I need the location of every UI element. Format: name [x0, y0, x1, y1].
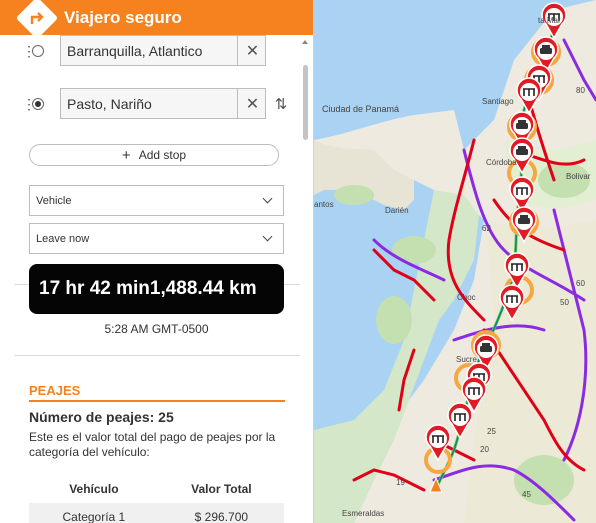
- map-label-sucre: Sucre: [456, 355, 477, 364]
- map-label-bolivar: Bolivar: [566, 172, 591, 181]
- app-header: Viajero seguro: [0, 0, 313, 39]
- map-label-cordoba: Córdoba: [486, 158, 517, 167]
- close-icon: ✕: [245, 42, 260, 60]
- drag-handle-icon[interactable]: ⋮: [22, 97, 36, 111]
- tolls-section-title: PEAJES: [29, 383, 81, 398]
- plus-icon: +: [121, 146, 131, 164]
- directions-panel: Viajero seguro ⋮ Barranquilla, Atlantico…: [0, 0, 314, 523]
- drag-handle-icon[interactable]: ⋮: [22, 44, 36, 58]
- vehicle-select[interactable]: Vehicle: [29, 185, 284, 216]
- table-header-row: Vehículo Valor Total: [29, 475, 284, 503]
- tolls-count: Número de peajes: 25: [29, 409, 174, 425]
- map-canvas: [314, 0, 596, 523]
- map-label-road-62: 62: [482, 224, 491, 233]
- scrollbar-thumb[interactable]: [303, 65, 308, 140]
- map-view[interactable]: Ciudad de Panamá Santiago Córdoba Boliva…: [314, 0, 596, 523]
- add-stop-button[interactable]: + Add stop: [29, 144, 279, 166]
- map-label-santa-marta: ta Mar: [538, 16, 561, 25]
- stop-radio-origin[interactable]: [32, 45, 44, 57]
- map-label-road-80: 80: [576, 86, 585, 95]
- map-label-road-45: 45: [522, 490, 531, 499]
- table-header-total: Valor Total: [191, 482, 252, 496]
- map-label-santiago: Santiago: [482, 97, 514, 106]
- map-label-antos: antos: [314, 200, 334, 209]
- route-duration: 17 hr 42 min: [39, 278, 150, 299]
- route-summary: 17 hr 42 min 1,488.44 km: [29, 264, 284, 314]
- departure-time-value: Leave now: [36, 232, 90, 245]
- scroll-up-arrow-icon[interactable]: [302, 40, 308, 44]
- arrival-time: 5:28 AM GMT-0500: [104, 322, 209, 336]
- swap-stops-button[interactable]: ⇅: [272, 88, 290, 119]
- map-label-road-19: 19: [396, 478, 405, 487]
- clear-origin-button[interactable]: ✕: [237, 35, 267, 66]
- add-stop-label: Add stop: [138, 148, 187, 162]
- chevron-down-icon: [262, 193, 273, 204]
- stop-row-origin: ⋮: [22, 35, 44, 67]
- map-label-road-20: 20: [480, 445, 489, 454]
- route-distance: 1,488.44 km: [149, 278, 257, 299]
- map-label-road-25: 25: [487, 427, 496, 436]
- chevron-down-icon: [262, 231, 273, 242]
- divider: [14, 355, 300, 356]
- departure-time-select[interactable]: Leave now: [29, 223, 284, 254]
- map-label-panama-city: Ciudad de Panamá: [322, 104, 400, 114]
- clear-destination-button[interactable]: ✕: [237, 88, 267, 119]
- map-label-road-50: 50: [560, 298, 569, 307]
- vehicle-select-value: Vehicle: [36, 194, 72, 207]
- map-label-esmeraldas: Esmeraldas: [342, 509, 385, 518]
- table-row: Categoría 1 $ 296.700: [29, 503, 284, 523]
- stop-row-destination: ⋮: [22, 88, 44, 120]
- map-label-road-60: 60: [576, 279, 585, 288]
- tolls-title-underline: [29, 400, 285, 402]
- destination-input[interactable]: Pasto, Nariño: [60, 88, 266, 119]
- origin-input[interactable]: Barranquilla, Atlantico: [60, 35, 266, 66]
- swap-arrows-icon: ⇅: [274, 95, 288, 113]
- tolls-table: Vehículo Valor Total Categoría 1 $ 296.7…: [29, 475, 284, 523]
- table-cell-category: Categoría 1: [29, 503, 159, 523]
- app-title: Viajero seguro: [64, 7, 182, 27]
- tolls-description: Este es el valor total del pago de peaje…: [29, 430, 276, 459]
- close-icon: ✕: [245, 95, 260, 113]
- map-label-choco: Choc: [457, 293, 476, 302]
- table-header-vehicle: Vehículo: [69, 482, 119, 496]
- map-label-darien: Darién: [385, 206, 409, 215]
- table-cell-total: $ 296.700: [158, 503, 284, 523]
- directions-logo-icon: [15, 0, 59, 39]
- stop-radio-destination[interactable]: [32, 98, 44, 110]
